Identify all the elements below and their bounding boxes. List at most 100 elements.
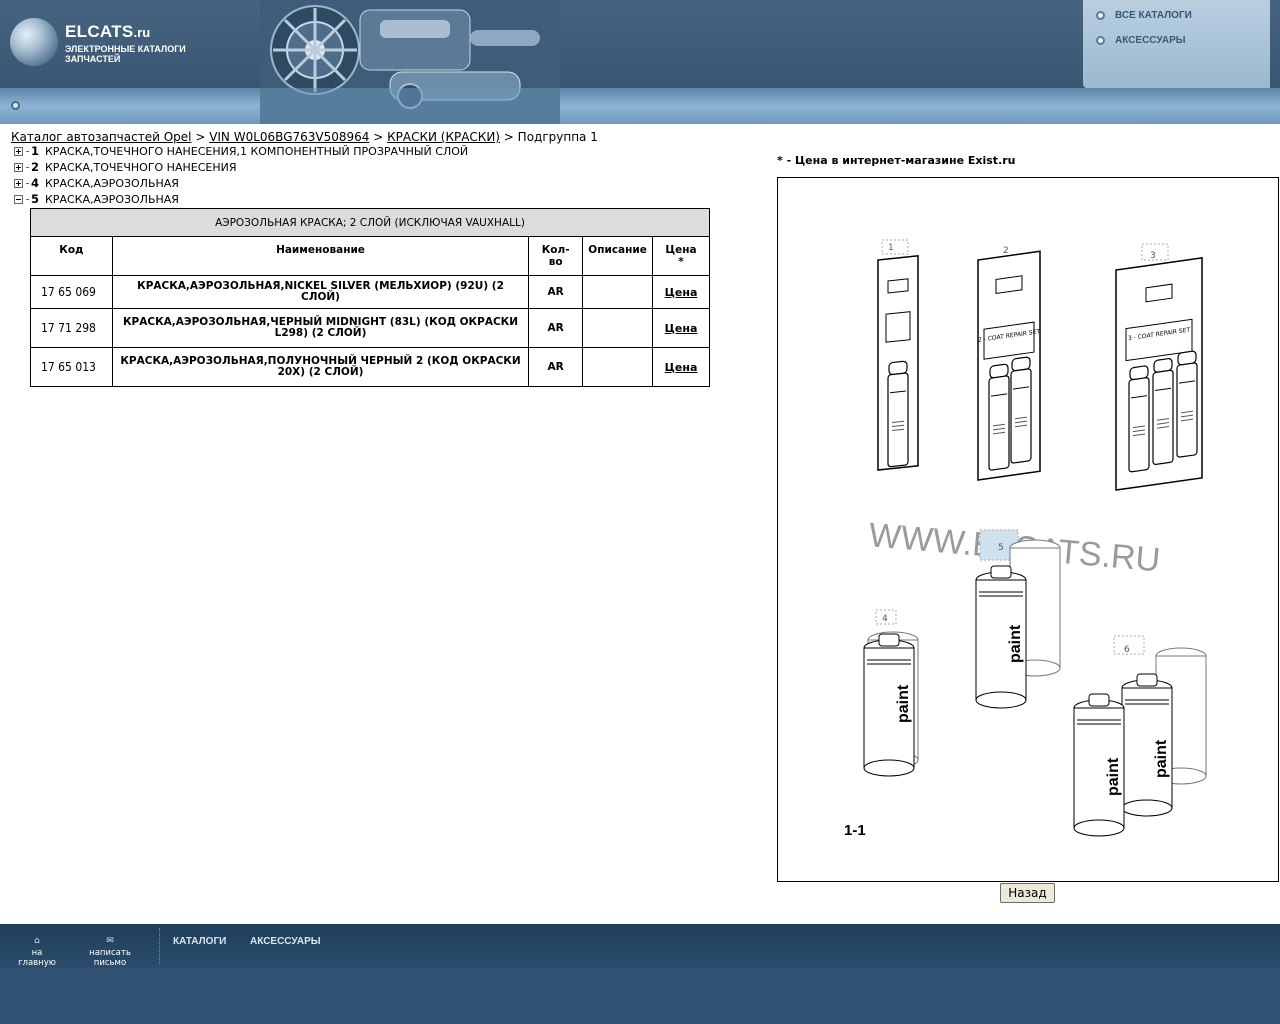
column-header-name: Наименование (111, 236, 530, 276)
callout-2: 2 (1003, 246, 1009, 256)
callout-1: 1 (888, 243, 894, 253)
table-caption: АЭРОЗОЛЬНАЯ КРАСКА; 2 СЛОЙ (ИСКЛЮЧАЯ VAU… (30, 208, 710, 237)
column-header-price-line: * (678, 256, 684, 268)
subgroup-tree: 1 КРАСКА,ТОЧЕЧНОГО НАНЕСЕНИЯ,1 КОМПОНЕНТ… (14, 143, 468, 207)
site-header: ELCATS.ru ЭЛЕКТРОННЫЕ КАТАЛОГИ ЗАПЧАСТЕЙ (0, 0, 1280, 124)
tree-connector (26, 198, 29, 200)
breadcrumb-link-catalog[interactable]: Каталог автозапчастей Opel (11, 130, 192, 144)
column-header-code: Код (30, 236, 113, 276)
table-header-row: Код Наименование Кол- во Описание Цена * (30, 236, 710, 276)
part-qty: AR (528, 308, 584, 348)
tree-connector (26, 150, 29, 152)
tree-item-number: 2 (31, 160, 40, 174)
part-code: 17 65 069 (30, 275, 113, 309)
tree-item-number: 4 (31, 176, 40, 190)
tree-connector (26, 182, 29, 184)
figure-id: 1-1 (844, 822, 866, 839)
top-menu-accessories[interactable]: АКСЕССУАРЫ (1096, 33, 1186, 47)
expand-icon[interactable] (14, 178, 23, 188)
footer-home-link[interactable]: ⌂ на главную (12, 936, 62, 968)
breadcrumb-separator: > (191, 130, 210, 144)
table-caption-row: АЭРОЗОЛЬНАЯ КРАСКА; 2 СЛОЙ (ИСКЛЮЧАЯ VAU… (30, 208, 710, 237)
callout-3: 3 (1150, 251, 1156, 261)
table-row: 17 65 069 КРАСКА,АЭРОЗОЛЬНАЯ,NICKEL SILV… (30, 275, 710, 309)
expand-icon[interactable] (14, 146, 23, 156)
header-dot-icon (11, 101, 20, 110)
tree-item-1[interactable]: 1 КРАСКА,ТОЧЕЧНОГО НАНЕСЕНИЯ,1 КОМПОНЕНТ… (14, 143, 468, 159)
can-label: paint (1153, 739, 1170, 778)
breadcrumb-current: Подгруппа 1 (517, 130, 598, 144)
price-note: * - Цена в интернет-магазине Exist.ru (777, 154, 1016, 167)
tree-item-label: КРАСКА,ТОЧЕЧНОГО НАНЕСЕНИЯ,1 КОМПОНЕНТНЫ… (45, 144, 469, 158)
price-link[interactable]: Цена (665, 286, 698, 299)
table-row: 17 71 298 КРАСКА,АЭРОЗОЛЬНАЯ,ЧЕРНЫЙ MIDN… (30, 308, 710, 348)
tree-item-number: 1 (31, 144, 40, 158)
part-description (582, 275, 654, 309)
brand[interactable]: ELCATS.ru ЭЛЕКТРОННЫЕ КАТАЛОГИ ЗАПЧАСТЕЙ (65, 22, 195, 64)
callout-6: 6 (1124, 645, 1130, 655)
part-name: КРАСКА,АЭРОЗОЛЬНАЯ,NICKEL SILVER (МЕЛЬХИ… (111, 275, 530, 309)
tree-item-2[interactable]: 2 КРАСКА,ТОЧЕЧНОГО НАНЕСЕНИЯ (14, 159, 468, 175)
footer-home-label: на главную (18, 948, 56, 968)
globe-logo-icon[interactable] (10, 18, 58, 66)
parts-diagram-svg: 1 2 2 - COAT REPAIR SET 3 3 - COAT REPAI… (844, 239, 1207, 839)
tree-item-label: КРАСКА,АЭРОЗОЛЬНАЯ (45, 192, 179, 206)
callout-5: 5 (998, 543, 1004, 553)
header-strip (0, 88, 1280, 124)
part-description (582, 347, 654, 387)
tree-item-4[interactable]: 4 КРАСКА,АЭРОЗОЛЬНАЯ (14, 175, 468, 191)
breadcrumb-link-group[interactable]: КРАСКИ (КРАСКИ) (387, 130, 500, 144)
column-header-qty-line: Кол- (541, 244, 570, 256)
column-header-price-line: Цена (665, 244, 697, 256)
footer-write-label: написать письмо (89, 948, 131, 968)
bullet-icon (1096, 35, 1105, 45)
part-qty: AR (528, 347, 584, 387)
price-link[interactable]: Цена (665, 322, 698, 335)
part-price-cell: Цена (652, 308, 710, 348)
breadcrumb-link-vin[interactable]: VIN W0L06BG763V508964 (209, 130, 369, 144)
top-menu-label: АКСЕССУАРЫ (1115, 34, 1186, 46)
page: ELCATS.ru ЭЛЕКТРОННЫЕ КАТАЛОГИ ЗАПЧАСТЕЙ (0, 0, 1280, 1024)
brand-name: ELCATS (65, 22, 134, 41)
tree-item-number: 5 (31, 192, 40, 206)
price-link[interactable]: Цена (665, 361, 698, 374)
back-button[interactable]: Назад (1000, 883, 1055, 903)
collapse-icon[interactable] (14, 194, 23, 204)
top-menu-label: ВСЕ КАТАЛОГИ (1115, 9, 1192, 21)
home-icon: ⌂ (34, 936, 40, 946)
top-menu-all-catalogs[interactable]: ВСЕ КАТАЛОГИ (1096, 8, 1192, 22)
tree-item-label: КРАСКА,ТОЧЕЧНОГО НАНЕСЕНИЯ (45, 160, 237, 174)
column-header-description: Описание (582, 236, 654, 276)
parts-table: АЭРОЗОЛЬНАЯ КРАСКА; 2 СЛОЙ (ИСКЛЮЧАЯ VAU… (30, 208, 710, 387)
footer-nav-accessories[interactable]: АКСЕССУАРЫ (250, 936, 321, 947)
callout-4: 4 (882, 614, 888, 624)
breadcrumb-separator: > (369, 130, 388, 144)
tree-item-5[interactable]: 5 КРАСКА,АЭРОЗОЛЬНАЯ (14, 191, 468, 207)
can-label: paint (1105, 757, 1122, 796)
part-description (582, 308, 654, 348)
engine-illustration-icon (260, 0, 560, 124)
breadcrumb-separator: > (499, 130, 518, 144)
parts-diagram[interactable]: 1 2 2 - COAT REPAIR SET 3 3 - COAT REPAI… (777, 177, 1279, 882)
bullet-icon (1096, 10, 1105, 20)
column-header-qty: Кол- во (528, 236, 584, 276)
brand-tagline: ЭЛЕКТРОННЫЕ КАТАЛОГИ ЗАПЧАСТЕЙ (65, 44, 186, 64)
expand-icon[interactable] (14, 162, 23, 172)
breadcrumb: Каталог автозапчастей Opel > VIN W0L06BG… (11, 130, 598, 144)
tree-connector (26, 166, 29, 168)
tree-item-label: КРАСКА,АЭРОЗОЛЬНАЯ (45, 176, 179, 190)
part-name: КРАСКА,АЭРОЗОЛЬНАЯ,ПОЛУНОЧНЫЙ ЧЕРНЫЙ 2 (… (111, 347, 530, 387)
footer-write-link[interactable]: ✉ написать письмо (72, 936, 148, 968)
envelope-icon: ✉ (106, 936, 114, 946)
column-header-qty-line: во (548, 256, 563, 268)
can-label: paint (1007, 624, 1024, 663)
part-code: 17 71 298 (30, 308, 113, 348)
part-name: КРАСКА,АЭРОЗОЛЬНАЯ,ЧЕРНЫЙ MIDNIGHT (83L)… (111, 308, 530, 348)
footer-nav-catalogs[interactable]: КАТАЛОГИ (173, 936, 226, 947)
column-header-price: Цена * (652, 236, 710, 276)
can-label: paint (895, 684, 912, 723)
footer-divider (159, 928, 160, 964)
part-qty: AR (528, 275, 584, 309)
brand-tld: .ru (133, 25, 151, 40)
part-price-cell: Цена (652, 347, 710, 387)
